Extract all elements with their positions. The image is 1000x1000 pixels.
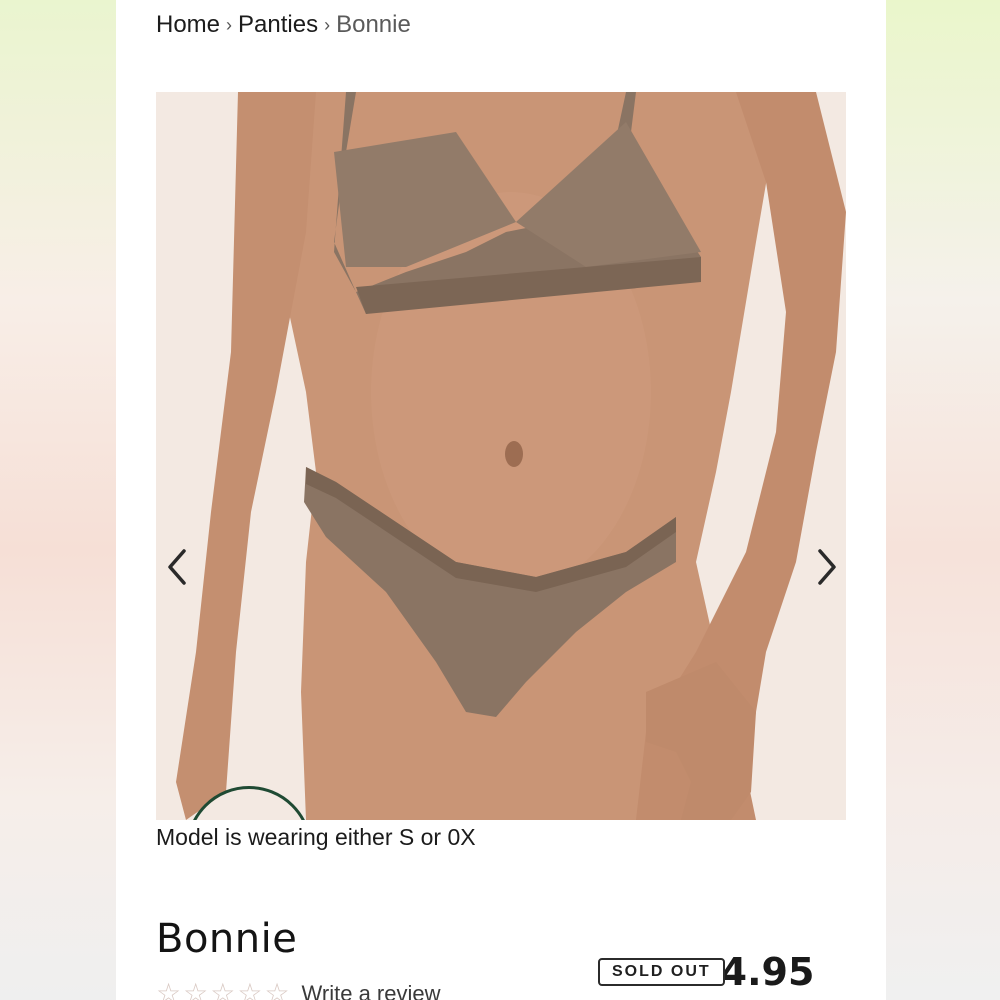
breadcrumb-separator: › bbox=[324, 14, 331, 35]
left-backdrop bbox=[0, 0, 116, 1000]
price-block: SOLD OUT 4.95 bbox=[598, 950, 814, 994]
breadcrumb-home[interactable]: Home bbox=[156, 11, 220, 39]
sold-out-badge: SOLD OUT bbox=[598, 958, 725, 986]
rating[interactable]: ☆ ☆ ☆ ☆ ☆ Write a review bbox=[156, 980, 441, 1000]
product-image[interactable] bbox=[156, 92, 846, 820]
product-page: Home › Panties › Bonnie Model is wearing… bbox=[116, 0, 886, 1000]
star-icon: ☆ bbox=[237, 978, 263, 1000]
product-title: Bonnie bbox=[156, 916, 298, 962]
price: 4.95 bbox=[720, 950, 815, 994]
right-backdrop bbox=[886, 0, 1000, 1000]
chevron-left-icon bbox=[168, 549, 186, 585]
breadcrumb-panties[interactable]: Panties bbox=[238, 11, 318, 39]
star-icon: ☆ bbox=[156, 978, 182, 1000]
star-icon: ☆ bbox=[264, 978, 290, 1000]
gallery-prev-button[interactable] bbox=[162, 547, 192, 587]
gallery-next-button[interactable] bbox=[812, 547, 842, 587]
image-caption: Model is wearing either S or 0X bbox=[156, 824, 476, 850]
breadcrumb: Home › Panties › Bonnie bbox=[156, 8, 411, 42]
star-icon: ☆ bbox=[210, 978, 236, 1000]
chevron-right-icon bbox=[818, 549, 836, 585]
write-review-link[interactable]: Write a review bbox=[302, 981, 441, 1000]
breadcrumb-separator: › bbox=[226, 14, 233, 35]
star-icon: ☆ bbox=[183, 978, 209, 1000]
product-photo bbox=[156, 92, 846, 820]
breadcrumb-current: Bonnie bbox=[336, 11, 411, 38]
